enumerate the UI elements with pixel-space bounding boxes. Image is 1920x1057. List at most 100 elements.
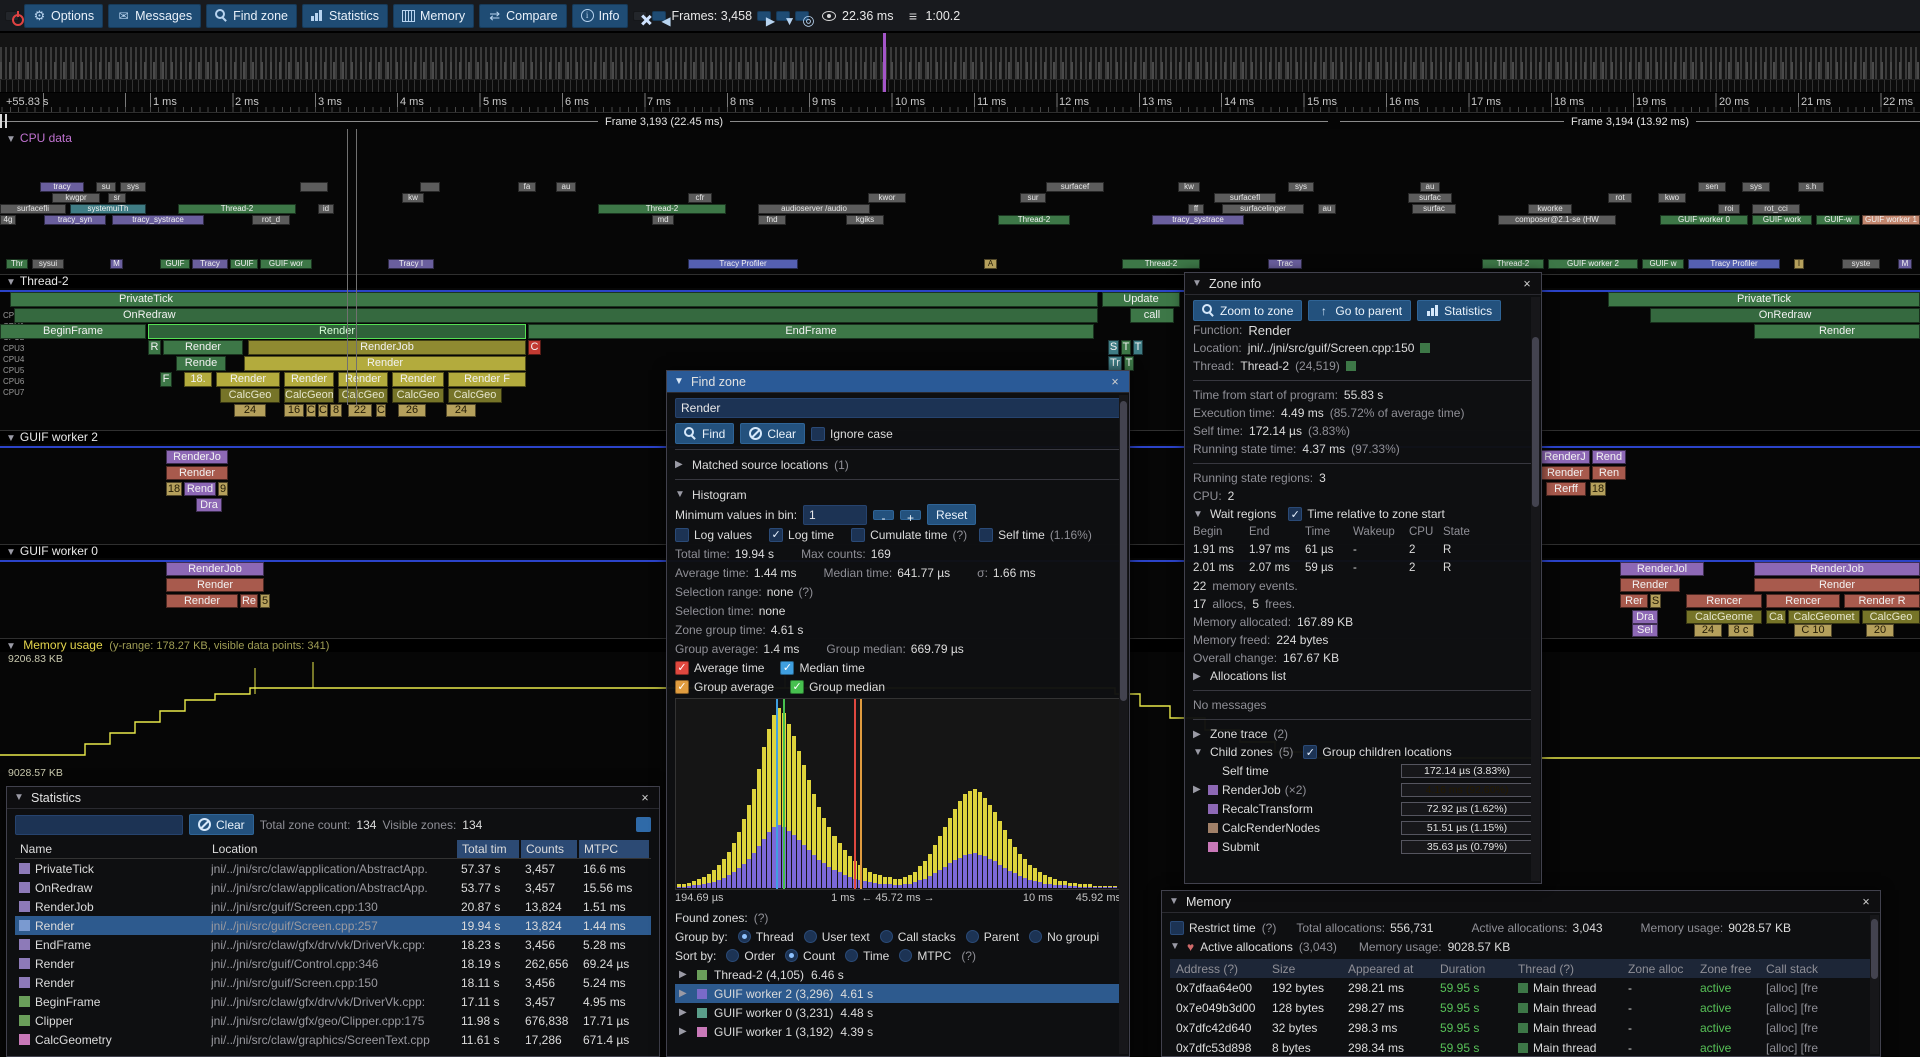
- collapse-icon[interactable]: ▼: [1192, 278, 1203, 289]
- legend-checkbox[interactable]: Average time: [675, 661, 764, 675]
- table-row[interactable]: Render jni/../jni/src/guif/Screen.cpp:15…: [15, 973, 651, 992]
- next-frame-button[interactable]: [757, 11, 771, 21]
- statistics-titlebar[interactable]: ▼ Statistics ×: [7, 787, 659, 809]
- child-zone-row[interactable]: CalcRenderNodes 51.51 µs (1.15%): [1193, 818, 1533, 837]
- increment-button[interactable]: +: [900, 510, 921, 520]
- allocation-row[interactable]: 0x7dfc42d640 32 bytes 298.3 ms 59.95 s M…: [1170, 1018, 1872, 1038]
- zone-trace-toggle[interactable]: ▶Zone trace(2): [1193, 725, 1533, 743]
- legend-checkbox[interactable]: Median time: [780, 661, 864, 675]
- table-row[interactable]: EndFrame jni/../jni/src/claw/gfx/drv/vk/…: [15, 935, 651, 954]
- table-row[interactable]: PrivateTick jni/../jni/src/claw/applicat…: [15, 859, 651, 878]
- allocations-list-toggle[interactable]: ▶Allocations list: [1193, 667, 1533, 685]
- wait-region-row[interactable]: 2.01 ms2.07 ms59 µs-2R: [1193, 559, 1533, 577]
- decrement-button[interactable]: -: [873, 510, 894, 520]
- matched-locations-toggle[interactable]: ▶ Matched source locations (1): [675, 455, 1121, 474]
- table-row[interactable]: CalcGeometry jni/../jni/src/claw/graphic…: [15, 1030, 651, 1049]
- help-hint[interactable]: (?): [961, 949, 976, 963]
- zone-group-row[interactable]: ▶ GUIF worker 0 (3,231) 4.48 s: [675, 1003, 1121, 1022]
- col-counts[interactable]: Counts: [521, 840, 577, 858]
- close-icon[interactable]: ×: [1520, 277, 1534, 291]
- call-stack-links[interactable]: [alloc] [fre: [1766, 1041, 1872, 1055]
- find-zone-titlebar[interactable]: ▼ Find zone ×: [667, 371, 1129, 393]
- ignore-case-checkbox[interactable]: Ignore case: [811, 427, 893, 441]
- collapse-icon[interactable]: ▼: [6, 547, 16, 558]
- histogram-option-checkbox[interactable]: Cumulate time(?): [851, 528, 967, 542]
- sort-by-radio[interactable]: MTPC: [899, 949, 951, 963]
- close-icon[interactable]: ×: [1859, 895, 1873, 909]
- table-row[interactable]: RenderJob jni/../jni/src/guif/Screen.cpp…: [15, 897, 651, 916]
- col-mtpc[interactable]: MTPC: [579, 840, 649, 858]
- find-zone-histogram[interactable]: [675, 698, 1121, 890]
- collapse-icon[interactable]: ▼: [1193, 509, 1204, 520]
- help-hint[interactable]: (?): [754, 911, 769, 925]
- prev-frame-button[interactable]: [652, 11, 666, 21]
- call-stack-links[interactable]: [alloc] [fre: [1766, 1001, 1872, 1015]
- collapse-icon[interactable]: ▼: [14, 792, 25, 803]
- wait-region-row[interactable]: 1.91 ms1.97 ms61 µs-2R: [1193, 541, 1533, 559]
- allocation-row[interactable]: 0x7e049b3d00 128 bytes 298.27 ms 59.95 s…: [1170, 998, 1872, 1018]
- scrollbar[interactable]: [1870, 915, 1879, 1054]
- clear-button[interactable]: Clear: [740, 423, 805, 444]
- frame-overview-strip[interactable]: [0, 33, 1920, 92]
- frame-down-button[interactable]: [776, 11, 790, 21]
- col-location[interactable]: Location: [207, 842, 457, 856]
- zone-group-row[interactable]: ▶ GUIF worker 1 (3,192) 4.39 s: [675, 1022, 1121, 1041]
- cpu-data-header[interactable]: ▼CPU data: [0, 132, 1920, 146]
- frame-label-row[interactable]: Frame 3,193 (22.45 ms) Frame 3,194 (13.9…: [0, 114, 1920, 129]
- tools-button[interactable]: [633, 11, 647, 21]
- call-stack-links[interactable]: [alloc] [fre: [1766, 1021, 1872, 1035]
- group-children-checkbox[interactable]: Group children locations: [1303, 745, 1451, 759]
- expand-icon[interactable]: ▶: [675, 459, 686, 470]
- histogram-option-checkbox[interactable]: Log values: [675, 528, 757, 542]
- collapse-icon[interactable]: ▼: [675, 489, 686, 500]
- expand-icon[interactable]: ▶: [679, 1026, 690, 1037]
- collapse-icon[interactable]: ▼: [1193, 747, 1204, 758]
- scrollbar-thumb[interactable]: [1871, 919, 1878, 979]
- sort-by-radio[interactable]: Time: [845, 949, 889, 963]
- histogram-toggle[interactable]: ▼ Histogram: [675, 485, 1121, 504]
- zone-info-titlebar[interactable]: ▼ Zone info ×: [1185, 273, 1541, 295]
- toolbar-button[interactable]: Find zone: [206, 4, 297, 28]
- toolbar-button[interactable]: Messages: [108, 4, 201, 28]
- group-by-radio[interactable]: User text: [804, 930, 870, 944]
- toolbar-button[interactable]: Options: [24, 4, 103, 28]
- toolbar-button[interactable]: Statistics: [302, 4, 388, 28]
- table-row[interactable]: Render jni/../jni/src/guif/Control.cpp:3…: [15, 954, 651, 973]
- col-name[interactable]: Name: [15, 842, 207, 856]
- collapse-icon[interactable]: ▼: [1169, 896, 1180, 907]
- collapse-icon[interactable]: ▼: [6, 134, 16, 145]
- child-zones-toggle[interactable]: ▼ Child zones (5) Group children locatio…: [1193, 743, 1533, 761]
- close-icon[interactable]: ×: [1108, 375, 1122, 389]
- expand-icon[interactable]: ▶: [679, 969, 690, 980]
- group-by-radio[interactable]: Parent: [966, 930, 1019, 944]
- expand-icon[interactable]: ▶: [679, 988, 690, 999]
- sort-by-radio[interactable]: Order: [726, 949, 775, 963]
- location-value[interactable]: jni/../jni/src/guif/Screen.cpp:150: [1248, 341, 1415, 355]
- histogram-option-checkbox[interactable]: Log time: [769, 528, 839, 542]
- memory-titlebar[interactable]: ▼ Memory ×: [1162, 891, 1880, 913]
- toolbar-button[interactable]: Memory: [393, 4, 474, 28]
- frame-marker[interactable]: [883, 33, 886, 92]
- child-zone-row[interactable]: Submit 35.63 µs (0.79%): [1193, 837, 1533, 856]
- time-ruler[interactable]: +55.83 s 1 ms 2 ms 3 ms 4 ms 5 ms 6 ms 7…: [0, 93, 1920, 113]
- toolbar-button[interactable]: Info: [572, 4, 629, 28]
- reset-button[interactable]: Reset: [927, 504, 976, 525]
- table-row[interactable]: OnRedraw jni/../jni/src/claw/application…: [15, 878, 651, 897]
- scrollbar[interactable]: [1531, 297, 1540, 881]
- frame-2-label[interactable]: Frame 3,194 (13.92 ms): [1571, 116, 1689, 128]
- min-bin-input[interactable]: [803, 505, 867, 525]
- filter-settings-icon[interactable]: [636, 817, 651, 832]
- legend-checkbox[interactable]: Group median: [790, 680, 885, 694]
- col-total-time[interactable]: Total tim: [457, 840, 519, 858]
- table-row[interactable]: Clipper jni/../jni/src/claw/gfx/geo/Clip…: [15, 1011, 651, 1030]
- scrollbar-thumb[interactable]: [1532, 337, 1539, 507]
- search-input[interactable]: [675, 398, 1121, 418]
- allocation-row[interactable]: 0x7dfc53d898 8 bytes 298.34 ms 59.95 s M…: [1170, 1038, 1872, 1057]
- scrollbar-thumb[interactable]: [1120, 401, 1127, 701]
- power-button[interactable]: [5, 11, 19, 21]
- clear-filter-button[interactable]: Clear: [189, 814, 254, 835]
- sort-by-radio[interactable]: Count: [785, 949, 835, 963]
- toolbar-button[interactable]: Compare: [479, 4, 566, 28]
- table-row[interactable]: BeginFrame jni/../jni/src/claw/gfx/drv/v…: [15, 992, 651, 1011]
- call-stack-links[interactable]: [alloc] [fre: [1766, 981, 1872, 995]
